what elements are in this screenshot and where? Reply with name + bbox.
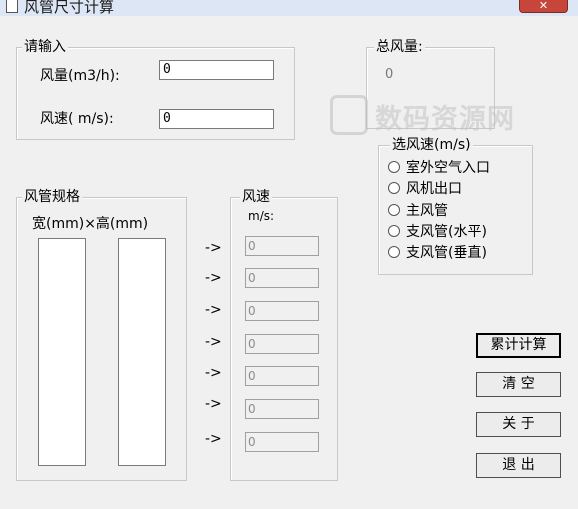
radio-branch-horizontal[interactable]: 支风管(水平)	[388, 223, 487, 241]
speed-result-field: 0	[245, 399, 319, 419]
total-airflow-value: 0	[385, 67, 394, 82]
duct-spec-legend: 风管规格	[22, 189, 82, 205]
row-arrow: ->	[205, 302, 222, 318]
close-button[interactable]: ✕	[519, 0, 568, 13]
radio-label: 支风管(水平)	[406, 224, 487, 240]
width-list[interactable]	[38, 238, 86, 466]
row-arrow: ->	[205, 270, 222, 286]
row-arrow: ->	[205, 334, 222, 350]
speed-result-field: 0	[245, 268, 319, 288]
speed-result-legend: 风速	[240, 189, 272, 205]
radio-label: 室外空气入口	[406, 160, 490, 176]
input-group-legend: 请输入	[22, 39, 68, 55]
speed-result-field: 0	[245, 334, 319, 354]
radio-main-duct[interactable]: 主风管	[388, 202, 448, 220]
app-icon	[6, 0, 18, 13]
calculate-button[interactable]: 累计计算	[476, 333, 561, 358]
speed-result-field: 0	[245, 301, 319, 321]
speed-label: 风速( m/s):	[40, 111, 114, 127]
airflow-input[interactable]: 0	[159, 60, 274, 80]
radio-circle-icon	[388, 182, 400, 194]
radio-circle-icon	[388, 246, 400, 258]
airflow-label: 风量(m3/h):	[40, 68, 120, 84]
watermark-text: 数码资源网	[375, 104, 515, 135]
row-arrow: ->	[205, 240, 222, 256]
radio-label: 风机出口	[406, 181, 462, 197]
watermark-logo-icon	[330, 95, 368, 135]
width-height-header: 宽(mm)×高(mm)	[32, 216, 149, 232]
row-arrow: ->	[205, 365, 222, 381]
speed-result-field: 0	[245, 236, 319, 256]
radio-circle-icon	[388, 204, 400, 216]
radio-label: 支风管(垂直)	[406, 245, 487, 261]
speed-input[interactable]: 0	[159, 109, 274, 129]
radio-fan-outlet[interactable]: 风机出口	[388, 180, 462, 198]
title-bar: 风管尺寸计算 ✕	[0, 0, 578, 16]
height-list[interactable]	[118, 238, 166, 466]
radio-circle-icon	[388, 161, 400, 173]
speed-select-legend: 选风速(m/s)	[390, 137, 473, 153]
speed-result-field: 0	[245, 432, 319, 452]
about-button[interactable]: 关 于	[476, 412, 561, 437]
speed-unit-label: m/s:	[248, 209, 275, 223]
row-arrow: ->	[205, 396, 222, 412]
radio-outdoor-air-inlet[interactable]: 室外空气入口	[388, 159, 490, 177]
total-airflow-legend: 总风量:	[374, 39, 425, 55]
window-title: 风管尺寸计算	[24, 0, 115, 16]
exit-button[interactable]: 退 出	[476, 453, 561, 478]
speed-result-field: 0	[245, 366, 319, 386]
row-arrow: ->	[205, 431, 222, 447]
radio-label: 主风管	[406, 203, 448, 219]
radio-circle-icon	[388, 225, 400, 237]
clear-button[interactable]: 清 空	[476, 372, 561, 397]
radio-branch-vertical[interactable]: 支风管(垂直)	[388, 244, 487, 262]
